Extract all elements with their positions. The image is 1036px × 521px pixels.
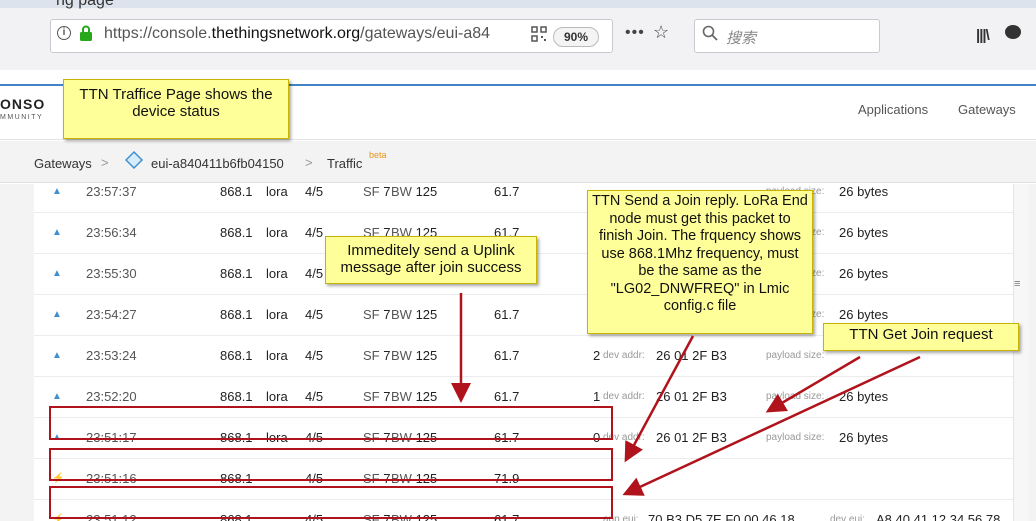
arrow-to-join-accept-row [624, 335, 695, 463]
arrow-secondary [765, 355, 861, 413]
annotation-arrows [451, 293, 921, 496]
